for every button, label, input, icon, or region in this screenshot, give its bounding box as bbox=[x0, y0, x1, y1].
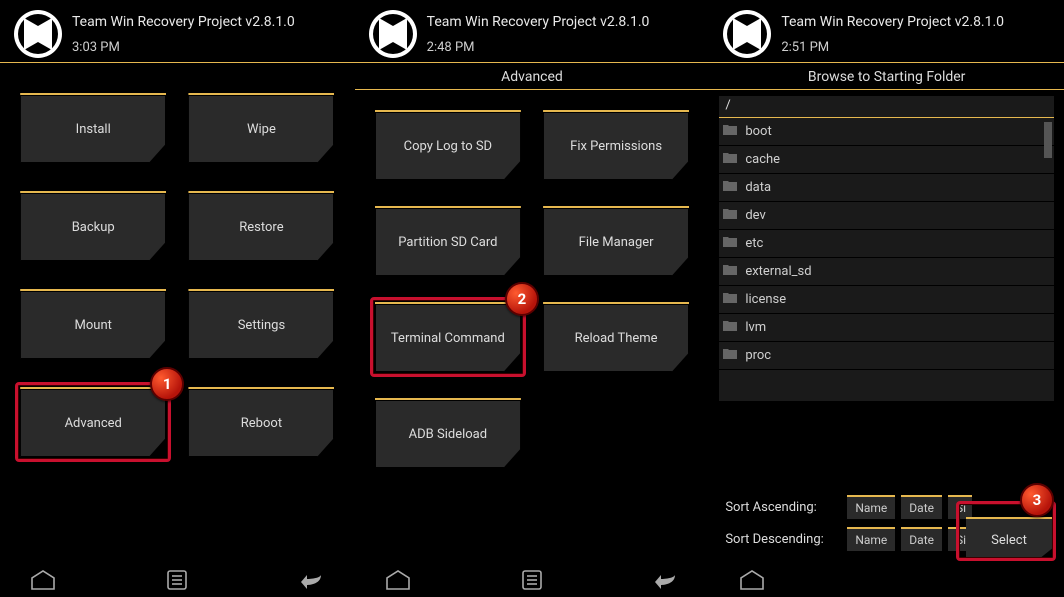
main-button-grid: Install Wipe Backup Restore Mount Settin… bbox=[0, 63, 355, 469]
back-icon[interactable] bbox=[297, 569, 327, 591]
sort-controls: Sort Ascending: Name Date Si Sort Descen… bbox=[725, 495, 1052, 551]
app-title: Team Win Recovery Project v2.8.1.0 bbox=[427, 14, 650, 30]
header: Team Win Recovery Project v2.8.1.0 2:48 … bbox=[355, 0, 710, 63]
adb-sideload-button[interactable]: ADB Sideload bbox=[375, 398, 521, 468]
partition-sd-button[interactable]: Partition SD Card bbox=[375, 206, 521, 276]
list-item[interactable]: lvm bbox=[719, 314, 1054, 342]
screen-browse: Team Win Recovery Project v2.8.1.0 2:51 … bbox=[709, 0, 1064, 597]
nav-bar bbox=[0, 569, 355, 591]
folder-icon bbox=[723, 292, 737, 307]
select-button[interactable]: Select bbox=[966, 517, 1052, 561]
twrp-logo-icon bbox=[723, 10, 771, 58]
list-item[interactable]: proc bbox=[719, 342, 1054, 370]
list-item[interactable]: license bbox=[719, 286, 1054, 314]
app-title: Team Win Recovery Project v2.8.1.0 bbox=[781, 14, 1004, 30]
list-item[interactable]: data bbox=[719, 174, 1054, 202]
sort-date-desc-button[interactable]: Date bbox=[901, 527, 942, 551]
advanced-button[interactable]: Advanced bbox=[20, 387, 166, 457]
clock: 3:03 PM bbox=[72, 40, 295, 55]
back-icon[interactable] bbox=[651, 569, 681, 591]
sort-name-asc-button[interactable]: Name bbox=[847, 495, 895, 519]
file-manager-button[interactable]: File Manager bbox=[543, 206, 689, 276]
clock: 2:51 PM bbox=[781, 40, 1004, 55]
home-icon[interactable] bbox=[383, 569, 413, 591]
mount-button[interactable]: Mount bbox=[20, 289, 166, 359]
list-item[interactable]: cache bbox=[719, 146, 1054, 174]
nav-bar bbox=[355, 569, 710, 591]
list-item[interactable]: boot bbox=[719, 118, 1054, 146]
header: Team Win Recovery Project v2.8.1.0 2:51 … bbox=[709, 0, 1064, 63]
current-path[interactable]: / bbox=[719, 96, 1054, 118]
folder-icon bbox=[723, 348, 737, 363]
reboot-button[interactable]: Reboot bbox=[188, 387, 334, 457]
reload-theme-button[interactable]: Reload Theme bbox=[543, 302, 689, 372]
callout-2: 2 bbox=[505, 282, 539, 316]
home-icon[interactable] bbox=[28, 569, 58, 591]
home-icon[interactable] bbox=[737, 569, 767, 591]
folder-icon bbox=[723, 264, 737, 279]
log-icon[interactable] bbox=[162, 569, 192, 591]
log-icon[interactable] bbox=[517, 569, 547, 591]
folder-icon bbox=[723, 152, 737, 167]
terminal-command-highlighted: Terminal Command 2 bbox=[375, 302, 521, 372]
screen-main: Team Win Recovery Project v2.8.1.0 3:03 … bbox=[0, 0, 355, 597]
sort-ascending-label: Sort Ascending: bbox=[725, 500, 841, 515]
copy-log-button[interactable]: Copy Log to SD bbox=[375, 110, 521, 180]
terminal-command-button[interactable]: Terminal Command bbox=[375, 302, 521, 372]
list-item[interactable]: dev bbox=[719, 202, 1054, 230]
folder-icon bbox=[723, 180, 737, 195]
callout-3: 3 bbox=[1020, 483, 1054, 517]
header: Team Win Recovery Project v2.8.1.0 3:03 … bbox=[0, 0, 355, 63]
callout-1: 1 bbox=[150, 367, 184, 401]
twrp-logo-icon bbox=[369, 10, 417, 58]
backup-button[interactable]: Backup bbox=[20, 191, 166, 261]
advanced-button-grid: Copy Log to SD Fix Permissions Partition… bbox=[355, 90, 710, 480]
app-title: Team Win Recovery Project v2.8.1.0 bbox=[72, 14, 295, 30]
settings-button[interactable]: Settings bbox=[188, 289, 334, 359]
restore-button[interactable]: Restore bbox=[188, 191, 334, 261]
screen-advanced: Team Win Recovery Project v2.8.1.0 2:48 … bbox=[355, 0, 710, 597]
advanced-button-highlighted: Advanced 1 bbox=[20, 387, 166, 457]
twrp-logo-icon bbox=[14, 10, 62, 58]
sort-descending-label: Sort Descending: bbox=[725, 532, 841, 547]
folder-icon bbox=[723, 208, 737, 223]
sort-date-asc-button[interactable]: Date bbox=[901, 495, 942, 519]
sort-name-desc-button[interactable]: Name bbox=[847, 527, 895, 551]
folder-icon bbox=[723, 236, 737, 251]
scrollbar-thumb[interactable] bbox=[1044, 122, 1052, 158]
page-subheader: Advanced bbox=[355, 63, 710, 90]
wipe-button[interactable]: Wipe bbox=[188, 93, 334, 163]
folder-icon bbox=[723, 124, 737, 139]
file-list[interactable]: boot cache data dev etc external_sd lice… bbox=[719, 118, 1054, 401]
list-item[interactable]: etc bbox=[719, 230, 1054, 258]
nav-bar bbox=[709, 569, 1064, 591]
clock: 2:48 PM bbox=[427, 40, 650, 55]
page-subheader: Browse to Starting Folder bbox=[709, 63, 1064, 90]
fix-permissions-button[interactable]: Fix Permissions bbox=[543, 110, 689, 180]
folder-icon bbox=[723, 320, 737, 335]
install-button[interactable]: Install bbox=[20, 93, 166, 163]
list-item[interactable]: external_sd bbox=[719, 258, 1054, 286]
